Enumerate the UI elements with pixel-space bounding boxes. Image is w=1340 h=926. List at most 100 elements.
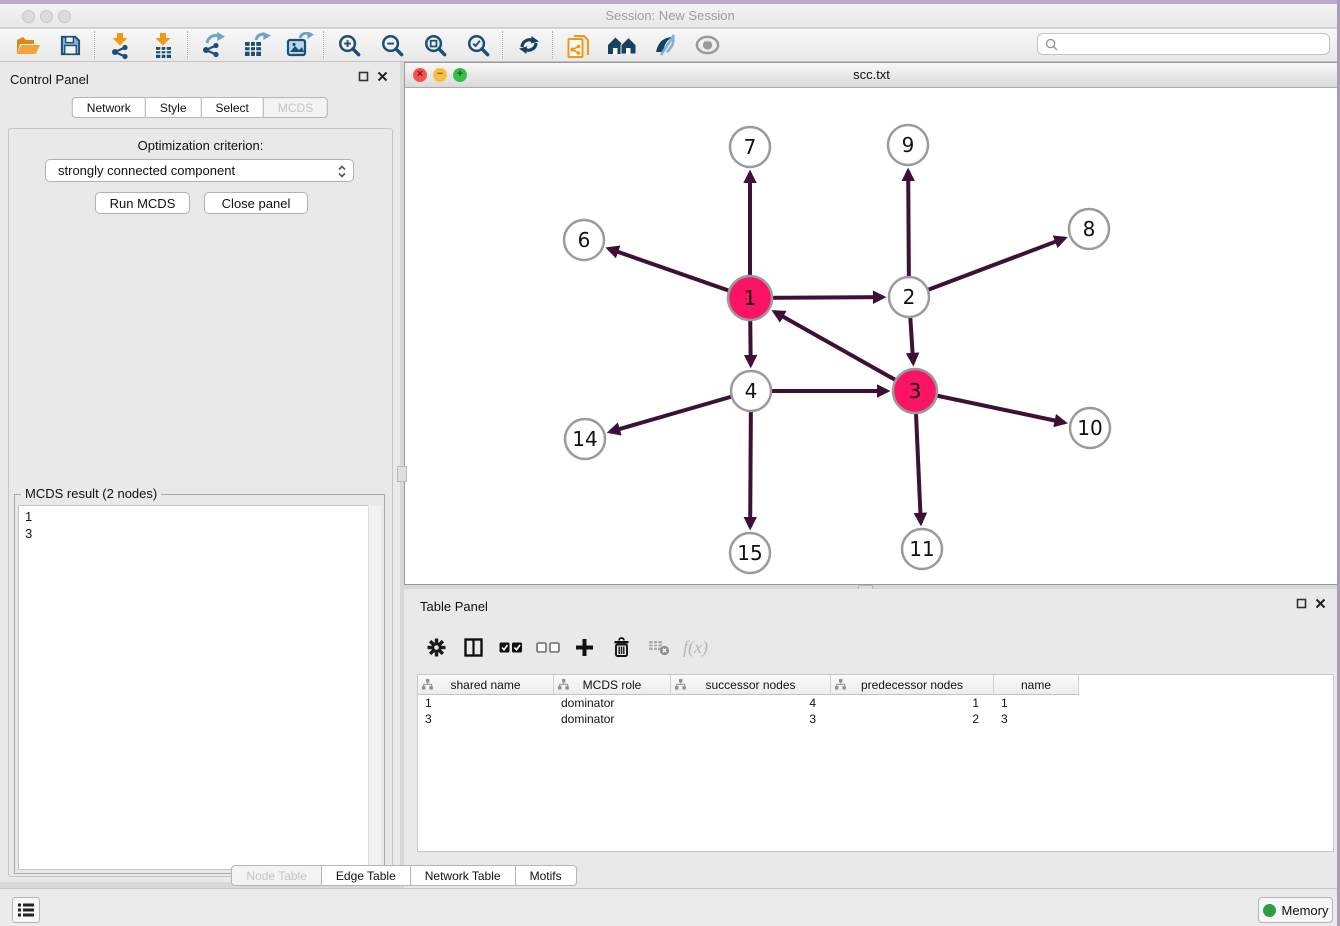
table-cell[interactable]: 3 [994,711,1079,727]
network-window-titlebar[interactable]: × − + scc.txt [405,63,1338,88]
zoom-in-button[interactable] [328,30,371,60]
apply-layout-button[interactable] [507,30,550,60]
table-row[interactable]: 1dominator411 [418,695,1333,711]
toolbar-separator [94,31,97,59]
task-history-button[interactable] [12,897,40,923]
show-graphics-details-button[interactable] [686,30,729,60]
table-panel-tabs: Node TableEdge TableNetwork TableMotifs [0,865,872,886]
export-table-button[interactable] [235,30,278,60]
tab-network[interactable]: Network [72,97,146,118]
table-settings-button[interactable] [418,631,455,663]
node-2[interactable]: 2 [889,277,929,317]
table-cell[interactable]: 1 [418,695,554,711]
create-column-button[interactable] [566,631,603,663]
node-4[interactable]: 4 [731,371,771,411]
trash-icon [612,637,631,658]
fx-icon: f(x) [683,637,708,658]
deselect-all-columns-button[interactable] [529,631,566,663]
tab-style[interactable]: Style [145,97,202,118]
zoom-in-icon [337,33,362,58]
table-cell[interactable]: 3 [671,711,831,727]
table-row[interactable]: 3dominator323 [418,711,1333,727]
edge-3-1[interactable] [774,312,915,391]
column-header-name[interactable]: name [994,675,1079,695]
task-list-icon [18,903,34,917]
table-panel: Table Panel [404,589,1340,888]
tab-node-table[interactable]: Node Table [231,865,322,886]
zoom-fit-icon [423,33,448,58]
node-8[interactable]: 8 [1069,209,1109,249]
zoom-out-button[interactable] [371,30,414,60]
column-header-predecessor-nodes[interactable]: predecessor nodes [831,675,994,695]
import-network-button[interactable] [99,30,142,60]
node-15[interactable]: 15 [730,533,770,573]
close-panel-icon[interactable] [377,71,388,82]
node-1[interactable]: 1 [728,276,772,320]
edge-2-8[interactable] [909,238,1065,297]
vertical-split-handle[interactable] [397,466,407,482]
vizmapper-button[interactable] [643,30,686,60]
search-field[interactable] [1037,33,1330,55]
save-icon [59,34,82,57]
table-cell[interactable]: dominator [554,695,671,711]
save-session-button[interactable] [49,30,92,60]
criterion-dropdown[interactable]: strongly connected component [45,159,354,182]
search-input[interactable] [1058,35,1329,53]
table-cell[interactable]: 3 [418,711,554,727]
clone-network-button[interactable] [557,30,600,60]
memory-button[interactable]: Memory [1258,897,1333,923]
export-network-button[interactable] [192,30,235,60]
open-folder-icon [15,34,41,57]
export-image-button[interactable] [278,30,321,60]
zoom-selected-button[interactable] [457,30,500,60]
float-panel-icon[interactable] [1296,598,1307,609]
column-header-successor-nodes[interactable]: successor nodes [671,675,831,695]
delete-columns-button[interactable] [603,631,640,663]
zoom-fit-button[interactable] [414,30,457,60]
float-panel-icon[interactable] [358,71,369,82]
column-header-MCDS-role[interactable]: MCDS role [554,675,671,695]
open-session-button[interactable] [6,30,49,60]
table-toolbar: f(x) [418,629,714,665]
node-14[interactable]: 14 [565,419,605,459]
node-label: 15 [737,541,762,565]
network-graph: 7 9 6 8 1 2 4 3 14 10 15 11 [405,89,1338,585]
run-mcds-button[interactable]: Run MCDS [95,192,190,214]
node-9[interactable]: 9 [888,125,928,165]
table-cell[interactable]: 4 [671,695,831,711]
unchecked-boxes-icon [536,642,560,653]
tab-mcds[interactable]: MCDS [263,97,328,118]
table-cell[interactable]: dominator [554,711,671,727]
delete-table-button[interactable] [640,631,677,663]
table-cell[interactable]: 2 [831,711,994,727]
edge-4-14[interactable] [610,391,751,432]
column-header-shared-name[interactable]: shared name [418,675,554,695]
node-10[interactable]: 10 [1070,408,1110,448]
tab-network-table[interactable]: Network Table [410,865,516,886]
table-cell[interactable]: 1 [994,695,1079,711]
export-table-icon [243,32,271,58]
import-table-button[interactable] [142,30,185,60]
node-6[interactable]: 6 [564,220,604,260]
export-image-icon [286,32,314,58]
table-cell[interactable]: 1 [831,695,994,711]
result-scrollbar[interactable] [368,505,381,870]
memory-status-dot [1263,904,1276,917]
node-3[interactable]: 3 [893,369,937,413]
tab-motifs[interactable]: Motifs [515,865,577,886]
node-7[interactable]: 7 [730,127,770,167]
tab-select[interactable]: Select [201,97,264,118]
tab-edge-table[interactable]: Edge Table [321,865,411,886]
control-panel-tabs: NetworkStyleSelectMCDS [72,97,328,118]
node-11[interactable]: 11 [902,529,942,569]
function-builder-button[interactable]: f(x) [677,631,714,663]
select-all-columns-button[interactable] [492,631,529,663]
close-panel-icon[interactable] [1315,598,1326,609]
close-panel-button[interactable]: Close panel [204,192,308,214]
network-canvas[interactable]: 7 9 6 8 1 2 4 3 14 10 15 11 [405,89,1338,584]
ndex-button[interactable] [600,30,643,60]
criterion-value: strongly connected component [58,163,235,178]
node-label: 6 [578,228,591,252]
mcds-result-textarea[interactable]: 1 3 [18,505,381,870]
show-column-panel-button[interactable] [455,631,492,663]
